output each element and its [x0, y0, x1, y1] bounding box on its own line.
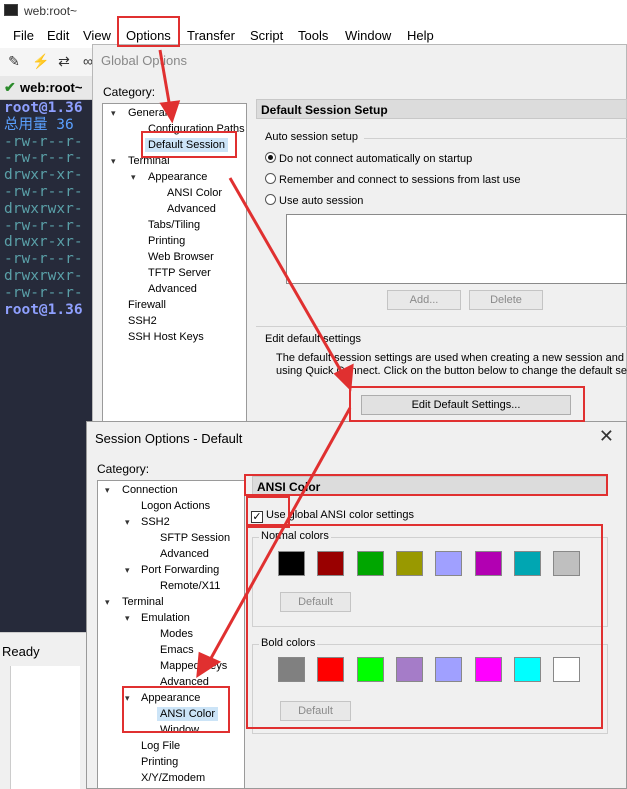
terminal-line: -rw-r--r- — [4, 183, 83, 200]
pin-icon[interactable]: ✎ — [6, 53, 22, 69]
tree-item-general[interactable]: General — [128, 107, 167, 119]
tree-item-modes[interactable]: Modes — [160, 628, 193, 640]
terminal-line: drwxr-xr- — [4, 167, 83, 184]
reconnect-icon[interactable]: ⇄ — [56, 53, 72, 69]
collapse-arrow-icon[interactable]: ▾ — [125, 613, 130, 624]
tree-item-ssh-host-keys[interactable]: SSH Host Keys — [128, 331, 204, 343]
terminal-app-icon — [4, 4, 18, 16]
delete-button[interactable]: Delete — [469, 290, 543, 310]
highlight-ansi-header — [244, 474, 608, 496]
tree-item-tabs-tiling[interactable]: Tabs/Tiling — [148, 219, 200, 231]
edit-default-group-label: Edit default settings — [265, 333, 362, 345]
app-title: web:root~ — [24, 4, 78, 18]
session-category-tree[interactable]: ▾ Connection Logon Actions ▾ SSH2 SFTP S… — [97, 480, 245, 789]
highlight-ansi-color-item — [122, 686, 230, 733]
tree-item-firewall[interactable]: Firewall — [128, 299, 166, 311]
highlight-default-session — [141, 131, 237, 158]
background-pane — [0, 666, 95, 789]
terminal-output[interactable]: root@1.36 总用量 36 -rw-r--r- -rw-r--r-drwxr-x… — [0, 100, 95, 632]
add-button[interactable]: Add... — [387, 290, 461, 310]
tree-item-log-file[interactable]: Log File — [141, 740, 180, 752]
terminal-line: drwxr-xr- — [4, 234, 83, 251]
menu-tools[interactable]: Tools — [298, 28, 328, 43]
tree-item-advanced[interactable]: Advanced — [160, 548, 209, 560]
tree-item-logon-actions[interactable]: Logon Actions — [141, 500, 210, 512]
terminal-line: -rw-r--r- — [4, 217, 83, 234]
tree-item-advanced[interactable]: Advanced — [148, 283, 197, 295]
radio-label: Use auto session — [279, 195, 364, 207]
tree-item-sftp-session[interactable]: SFTP Session — [160, 532, 230, 544]
menu-edit[interactable]: Edit — [47, 28, 69, 43]
group-divider — [364, 138, 627, 139]
tree-item-terminal[interactable]: Terminal — [122, 596, 164, 608]
highlight-color-groups — [246, 524, 603, 729]
menu-transfer[interactable]: Transfer — [187, 28, 235, 43]
tree-item-xyzmodem[interactable]: X/Y/Zmodem — [141, 772, 205, 784]
tree-item-connection[interactable]: Connection — [122, 484, 178, 496]
lightning-connect-icon[interactable]: ⚡ — [32, 53, 49, 69]
session-options-title: Session Options - Default — [95, 431, 243, 446]
terminal-line: -rw-r--r- — [4, 133, 83, 150]
status-bar: Ready — [0, 632, 95, 666]
tree-item-tftp-server[interactable]: TFTP Server — [148, 267, 211, 279]
auto-session-list[interactable] — [286, 214, 627, 284]
collapse-arrow-icon[interactable]: ▾ — [131, 172, 136, 183]
collapse-arrow-icon[interactable]: ▾ — [105, 485, 110, 496]
menu-view[interactable]: View — [83, 28, 111, 43]
connected-check-icon: ✔ — [4, 79, 16, 95]
radio-remember-sessions[interactable]: Remember and connect to sessions from la… — [265, 173, 521, 186]
menu-script[interactable]: Script — [250, 28, 283, 43]
menu-file[interactable]: File — [13, 28, 34, 43]
tree-item-ssh2[interactable]: SSH2 — [128, 315, 157, 327]
menu-window[interactable]: Window — [345, 28, 391, 43]
highlight-edit-default-settings — [349, 386, 585, 422]
tree-item-port-forwarding[interactable]: Port Forwarding — [141, 564, 219, 576]
tree-item-printing[interactable]: Printing — [148, 235, 185, 247]
auto-session-group-label: Auto session setup — [265, 131, 358, 143]
terminal-line: root@1.36 — [4, 301, 83, 318]
radio-no-auto-connect[interactable]: Do not connect automatically on startup — [265, 152, 472, 165]
close-icon[interactable]: ✕ — [599, 426, 614, 447]
app-titlebar: web:root~ — [0, 0, 627, 22]
tree-item-web-browser[interactable]: Web Browser — [148, 251, 214, 263]
tree-item-remote-x11[interactable]: Remote/X11 — [160, 580, 220, 592]
terminal-line: -rw-r--r- — [4, 284, 83, 301]
global-options-title: Global Options — [101, 53, 187, 68]
category-label: Category: — [103, 85, 156, 99]
toolbar: ✎ ⚡ ⇄ ∞ — [0, 48, 100, 76]
collapse-arrow-icon[interactable]: ▾ — [111, 108, 116, 119]
collapse-arrow-icon[interactable]: ▾ — [125, 517, 130, 528]
radio-use-auto-session[interactable]: Use auto session — [265, 194, 363, 207]
category-label: Category: — [97, 462, 150, 476]
terminal-line: drwxrwxr- — [4, 200, 83, 217]
collapse-arrow-icon[interactable]: ▾ — [105, 597, 110, 608]
terminal-line: drwxrwxr- — [4, 267, 83, 284]
terminal-line: 总用量 36 — [4, 116, 74, 133]
collapse-arrow-icon[interactable]: ▾ — [125, 565, 130, 576]
status-text: Ready — [2, 644, 40, 659]
terminal-line: -rw-r--r- — [4, 251, 83, 268]
menu-help[interactable]: Help — [407, 28, 434, 43]
panel-header: Default Session Setup — [256, 99, 627, 119]
terminal-line: -rw-r--r- — [4, 150, 83, 167]
terminal-line: root@1.36 — [4, 100, 83, 116]
radio-label: Do not connect automatically on startup — [279, 153, 473, 165]
session-tab[interactable]: ✔ web:root~ — [0, 76, 95, 100]
tree-item-printing[interactable]: Printing — [141, 756, 178, 768]
default-session-panel: Default Session Setup Auto session setup… — [256, 98, 627, 428]
description-line: using Quick Connect. Click on the button… — [276, 365, 627, 377]
description-line: The default session settings are used wh… — [276, 352, 627, 364]
session-tab-label: web:root~ — [20, 80, 83, 95]
highlight-options-menu — [117, 16, 180, 47]
collapse-arrow-icon[interactable]: ▾ — [111, 156, 116, 167]
tree-item-appearance[interactable]: Appearance — [148, 171, 207, 183]
radio-label: Remember and connect to sessions from la… — [279, 174, 521, 186]
tree-item-ssh2[interactable]: SSH2 — [141, 516, 170, 528]
tree-item-emacs[interactable]: Emacs — [160, 644, 194, 656]
tree-item-emulation[interactable]: Emulation — [141, 612, 190, 624]
group-divider — [256, 326, 627, 327]
tree-item-ansi-color[interactable]: ANSI Color — [167, 187, 222, 199]
tree-item-mapped-keys[interactable]: Mapped Keys — [160, 660, 227, 672]
tree-item-advanced[interactable]: Advanced — [167, 203, 216, 215]
